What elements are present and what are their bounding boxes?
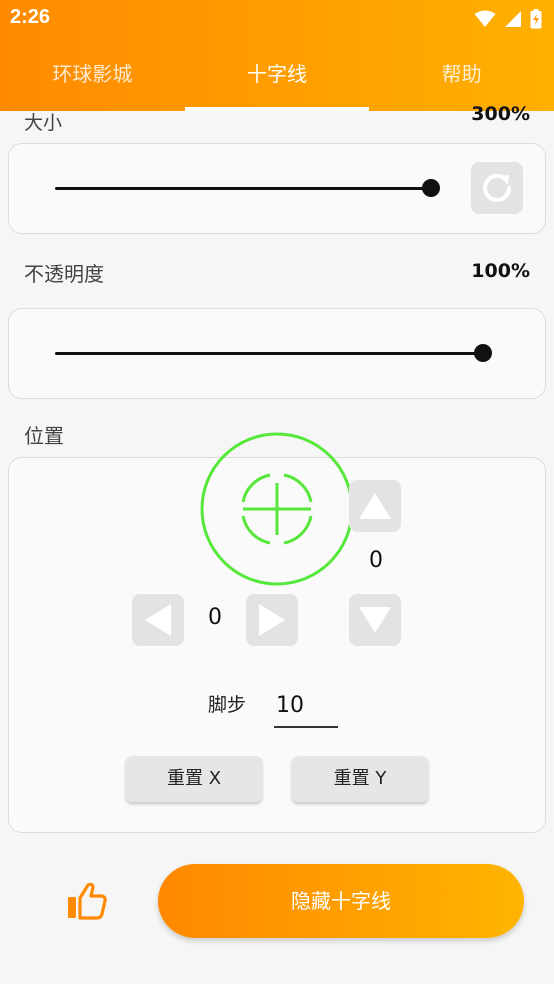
move-right-button[interactable]	[246, 594, 298, 646]
x-coordinate-value: 0	[208, 605, 222, 630]
tab-active-indicator	[184, 107, 370, 111]
step-input[interactable]	[274, 684, 338, 728]
triangle-left-icon	[145, 604, 171, 636]
hide-crosshair-button[interactable]: 隐藏十字线	[158, 864, 524, 938]
y-coordinate-value: 0	[369, 548, 383, 573]
triangle-down-icon	[359, 607, 391, 633]
tab-label: 帮助	[441, 62, 482, 86]
triangle-right-icon	[259, 604, 285, 636]
step-label: 脚步	[208, 694, 247, 716]
tab-universal-studios[interactable]: 环球影城	[0, 38, 185, 111]
status-time: 2:26	[10, 6, 51, 28]
status-bar: 2:26	[0, 0, 554, 38]
tab-crosshair[interactable]: 十字线	[184, 38, 370, 111]
tab-label: 十字线	[247, 62, 307, 86]
status-icons	[474, 6, 542, 32]
refresh-icon	[483, 173, 511, 202]
move-down-button[interactable]	[349, 594, 401, 646]
move-left-button[interactable]	[132, 594, 184, 646]
reset-size-button[interactable]	[471, 162, 523, 214]
size-slider-thumb[interactable]	[422, 179, 440, 197]
size-label: 大小	[24, 112, 63, 134]
opacity-label: 不透明度	[24, 262, 104, 286]
tab-label: 环球影城	[52, 62, 133, 86]
tab-help[interactable]: 帮助	[369, 38, 554, 111]
reset-y-button[interactable]: 重置 Y	[292, 756, 428, 802]
triangle-up-icon	[359, 493, 391, 519]
reset-x-button[interactable]: 重置 X	[126, 756, 262, 802]
opacity-slider-track[interactable]	[55, 352, 485, 355]
move-up-button[interactable]	[349, 480, 401, 532]
tab-bar: 环球影城 十字线 帮助	[0, 38, 554, 111]
thumbs-up-icon[interactable]	[66, 881, 108, 921]
battery-icon	[530, 9, 542, 29]
size-value: 300%	[471, 103, 530, 125]
wifi-icon	[474, 10, 496, 27]
opacity-slider-thumb[interactable]	[474, 344, 492, 362]
size-slider-track[interactable]	[55, 187, 433, 190]
app-header: 2:26 环球影城 十字线 帮助	[0, 0, 554, 111]
crosshair-preview	[200, 432, 354, 586]
position-label: 位置	[24, 424, 64, 448]
signal-icon	[505, 11, 521, 27]
opacity-value: 100%	[471, 260, 530, 282]
